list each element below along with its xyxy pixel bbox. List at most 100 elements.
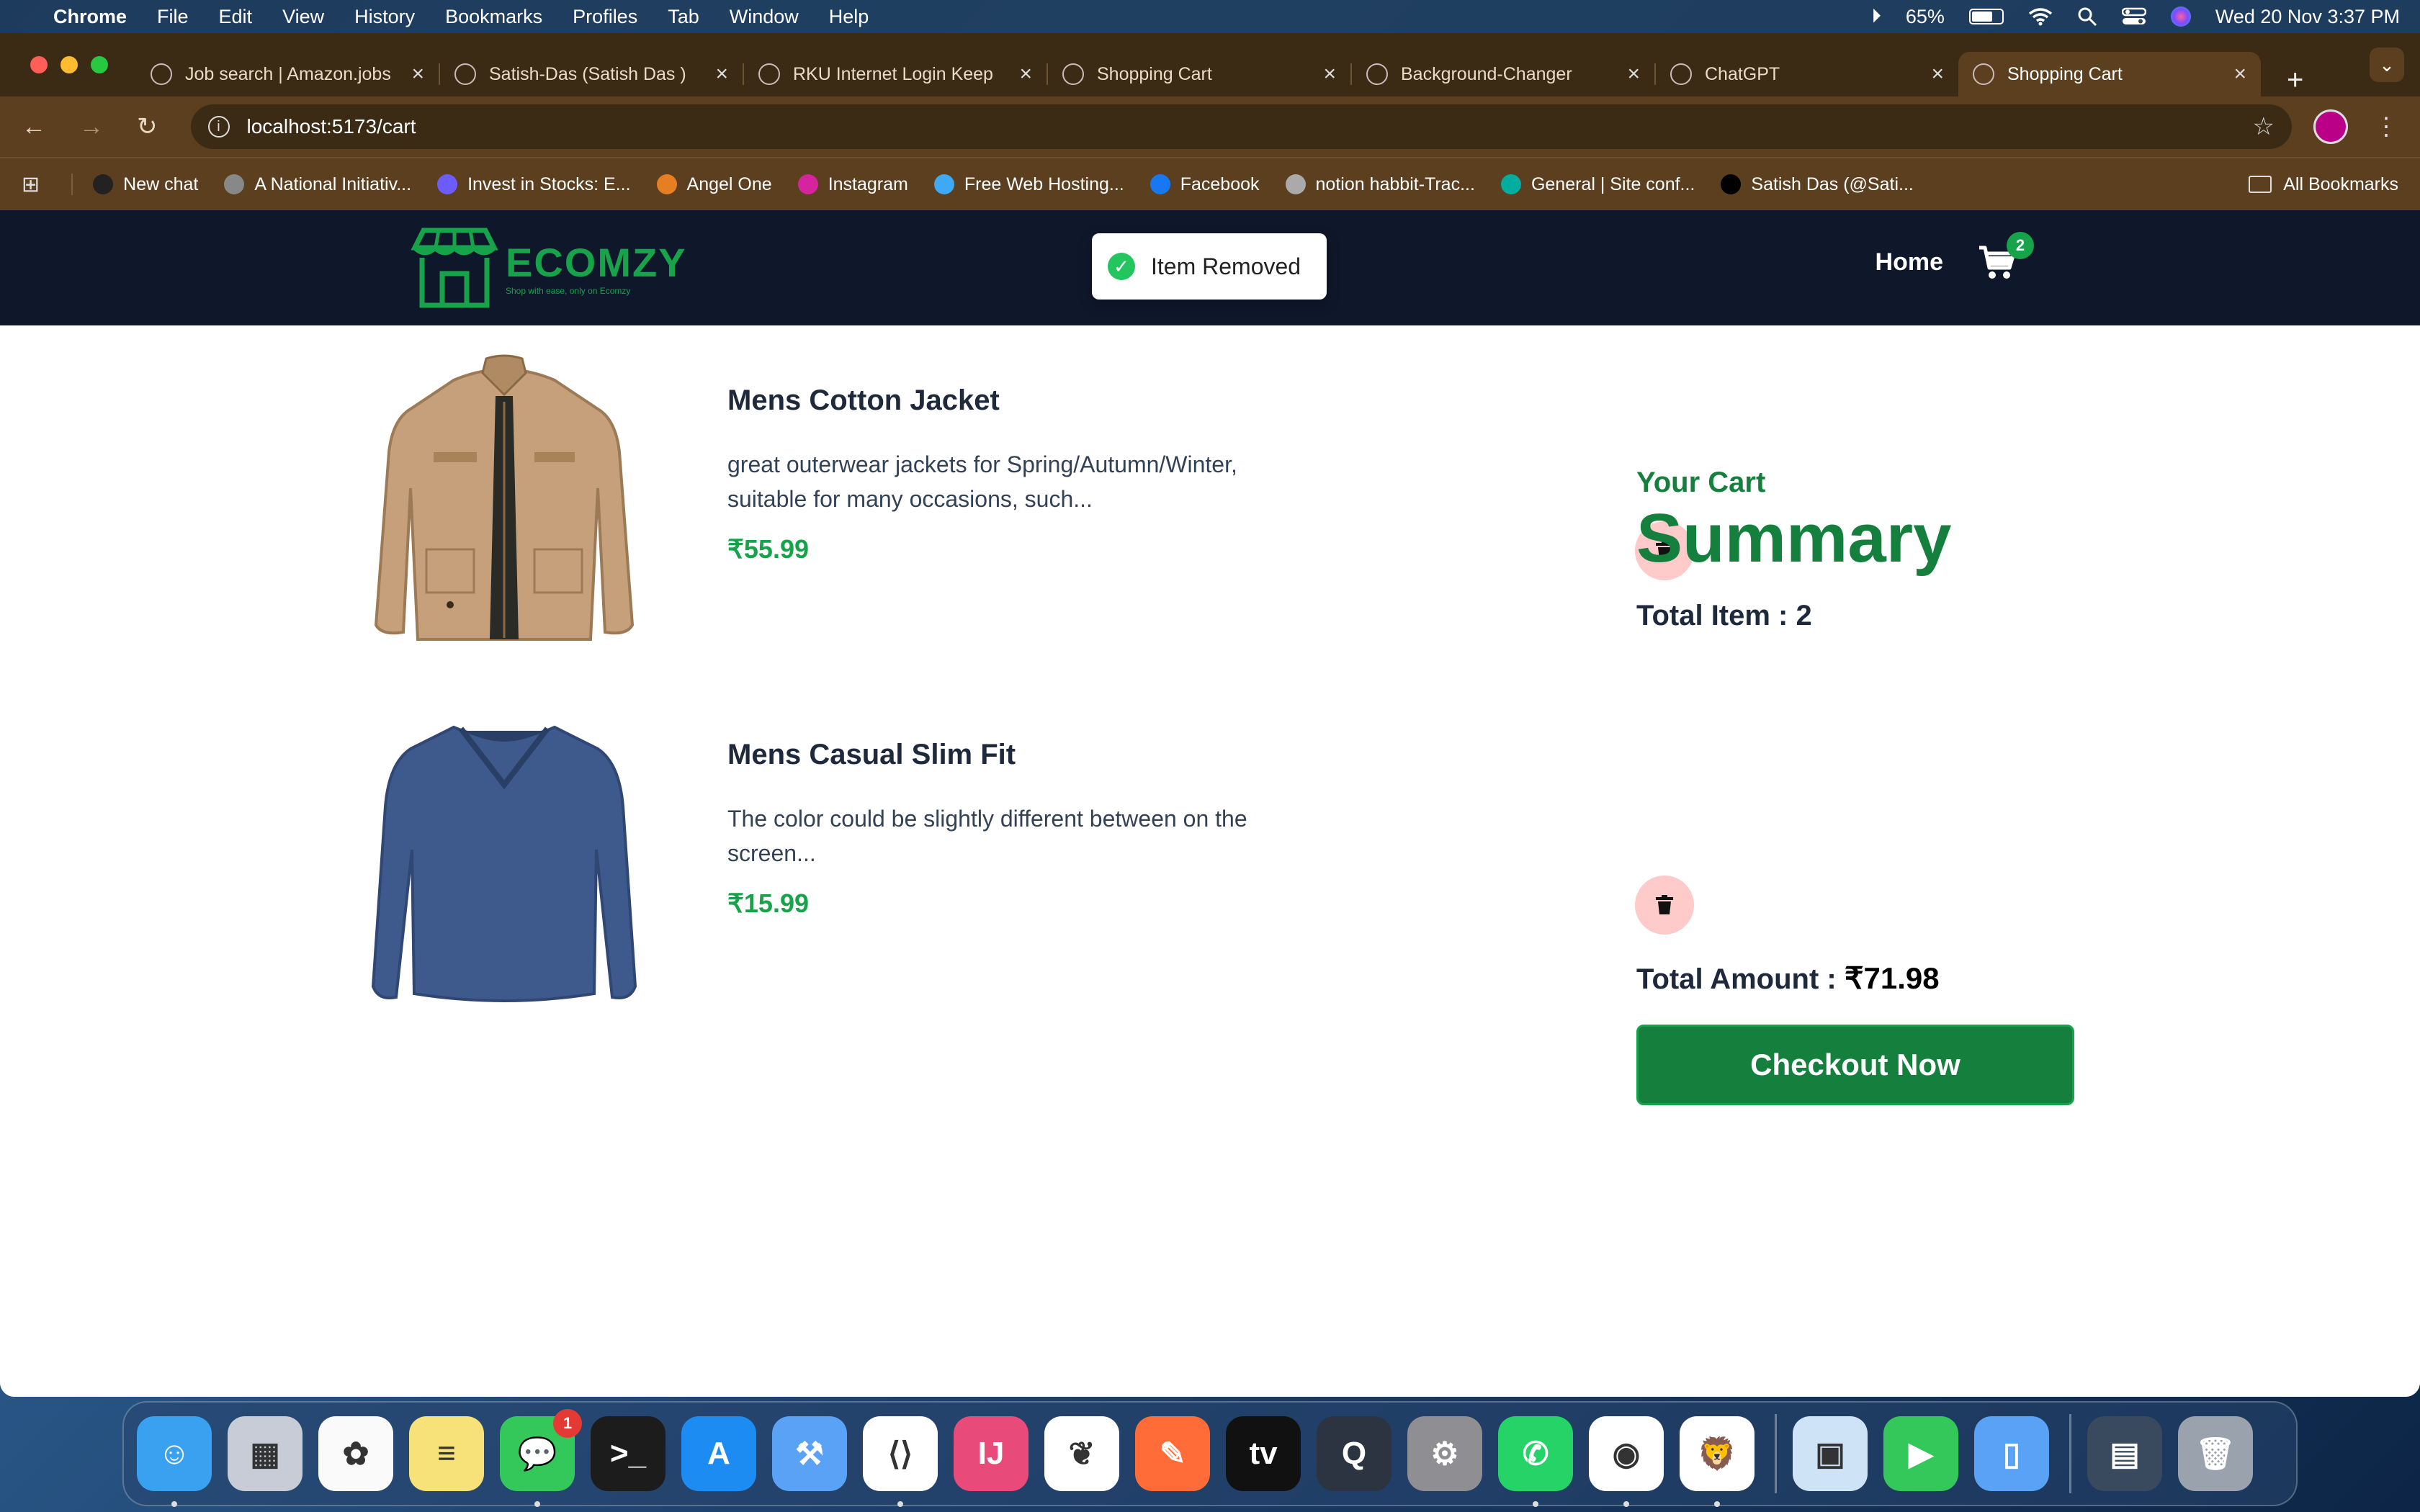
browser-tab[interactable]: RKU Internet Login Keep × xyxy=(744,52,1047,96)
vscode-icon[interactable]: ⟨⟩ xyxy=(863,1416,938,1507)
remove-item-button[interactable] xyxy=(1635,876,1694,935)
address-bar[interactable]: i localhost:5173/cart ☆ xyxy=(190,104,2292,149)
menu-view[interactable]: View xyxy=(282,6,324,28)
address-bar-url[interactable]: localhost:5173/cart xyxy=(247,115,2253,138)
profile-avatar[interactable] xyxy=(2313,109,2348,144)
launchpad-icon[interactable]: ▦ xyxy=(228,1416,302,1491)
close-window-button[interactable] xyxy=(30,56,48,73)
postman-icon[interactable]: ✎ xyxy=(1135,1416,1210,1491)
bookmark-favicon-icon xyxy=(224,174,245,194)
cart-button[interactable]: 2 xyxy=(1976,232,2034,282)
product-name[interactable]: Mens Cotton Jacket xyxy=(727,384,1354,417)
bookmark-star-icon[interactable]: ☆ xyxy=(2253,112,2275,141)
mongodb-icon[interactable]: ❦ xyxy=(1044,1416,1119,1491)
bookmark-label: General | Site conf... xyxy=(1531,174,1695,194)
bookmark-label: Angel One xyxy=(686,174,772,194)
chrome-icon[interactable]: ◉ xyxy=(1589,1416,1664,1507)
wifi-icon[interactable] xyxy=(2028,7,2053,26)
menu-bookmarks[interactable]: Bookmarks xyxy=(445,6,542,28)
tabs: Job search | Amazon.jobs × Satish-Das (Sat… xyxy=(136,52,2261,96)
reload-icon[interactable]: ↻ xyxy=(137,112,158,141)
bookmark-item[interactable]: Facebook xyxy=(1150,174,1260,195)
tab-title: Shopping Cart xyxy=(1097,63,1212,84)
chrome-menu-icon[interactable]: ⋮ xyxy=(2374,112,2398,141)
bookmark-item[interactable]: notion habbit-Trac... xyxy=(1285,174,1475,195)
browser-tab[interactable]: Job search | Amazon.jobs × xyxy=(136,52,439,96)
bookmark-item[interactable]: Instagram xyxy=(797,174,908,195)
intellij-icon[interactable]: IJ xyxy=(954,1416,1028,1491)
minimize-window-button[interactable] xyxy=(60,56,78,73)
menu-tab[interactable]: Tab xyxy=(668,6,699,28)
close-tab-icon[interactable]: × xyxy=(2233,62,2246,86)
quicktime-icon[interactable]: Q xyxy=(1317,1416,1392,1491)
nav-home-link[interactable]: Home xyxy=(1876,248,1943,276)
bookmark-favicon-icon xyxy=(1721,174,1742,194)
all-bookmarks-button[interactable]: All Bookmarks xyxy=(2249,174,2398,195)
bookmark-favicon-icon xyxy=(656,174,677,194)
photos-icon[interactable]: ✿ xyxy=(318,1416,393,1491)
xcode-icon[interactable]: ⚒ xyxy=(772,1416,847,1491)
close-tab-icon[interactable]: × xyxy=(1019,62,1032,86)
messages-icon[interactable]: 💬 1 xyxy=(500,1409,582,1507)
whatsapp-icon[interactable]: ✆ xyxy=(1498,1416,1573,1507)
close-tab-icon[interactable]: × xyxy=(1931,62,1944,86)
bookmark-favicon-icon xyxy=(797,174,818,194)
bookmark-item[interactable]: Satish Das (@Sati... xyxy=(1721,174,1914,195)
browser-tab[interactable]: Shopping Cart × xyxy=(1958,52,2261,96)
bookmark-item[interactable]: Free Web Hosting... xyxy=(933,174,1124,195)
menu-app-name[interactable]: Chrome xyxy=(53,6,127,28)
menu-window[interactable]: Window xyxy=(730,6,799,28)
site-logo[interactable]: ECOMZY Shop with ease, only on Ecomzy xyxy=(408,226,687,309)
new-tab-button[interactable]: + xyxy=(2287,64,2303,96)
spotlight-search-icon[interactable] xyxy=(2077,6,2097,27)
bookmark-label: Facebook xyxy=(1180,174,1260,194)
product-name[interactable]: Mens Casual Slim Fit xyxy=(727,739,1354,771)
bookmark-item[interactable]: A National Initiativ... xyxy=(224,174,411,195)
checkout-now-button[interactable]: Checkout Now xyxy=(1636,1025,2074,1105)
site-info-icon[interactable]: i xyxy=(207,116,230,138)
forward-arrow-icon[interactable]: → xyxy=(79,113,104,141)
menu-edit[interactable]: Edit xyxy=(219,6,253,28)
preview-icon[interactable]: ▣ xyxy=(1793,1416,1868,1491)
browser-tab[interactable]: ChatGPT × xyxy=(1656,52,1958,96)
system-settings-icon[interactable]: ⚙ xyxy=(1407,1416,1482,1491)
notes-icon[interactable]: ≡ xyxy=(409,1416,484,1491)
check-circle-icon: ✓ xyxy=(1108,253,1135,280)
cart-item-info: Mens Casual Slim Fit The color could be … xyxy=(727,706,1694,935)
bookmark-item[interactable]: Angel One xyxy=(656,174,772,195)
close-tab-icon[interactable]: × xyxy=(1627,62,1640,86)
screen-record-icon[interactable]: ⏵ xyxy=(1871,5,1881,28)
close-tab-icon[interactable]: × xyxy=(715,62,728,86)
close-tab-icon[interactable]: × xyxy=(1323,62,1336,86)
browser-tab[interactable]: Background-Changer × xyxy=(1352,52,1654,96)
bookmark-item[interactable]: Invest in Stocks: E... xyxy=(437,174,631,195)
zoom-window-button[interactable] xyxy=(91,56,108,73)
apple-tv-icon[interactable]: tv xyxy=(1226,1416,1301,1491)
brave-icon[interactable]: 🦁 xyxy=(1680,1416,1754,1507)
downloads-stack-icon[interactable]: ▤ xyxy=(2087,1416,2162,1491)
terminal-icon[interactable]: >_ xyxy=(591,1416,666,1491)
finder-icon[interactable]: ☺ xyxy=(137,1416,212,1507)
tab-search-chevron-icon[interactable]: ⌄ xyxy=(2370,48,2404,82)
menu-profiles[interactable]: Profiles xyxy=(573,6,637,28)
bookmark-item[interactable]: General | Site conf... xyxy=(1500,174,1695,195)
product-description: The color could be slightly different be… xyxy=(727,806,1247,866)
menu-file[interactable]: File xyxy=(157,6,189,28)
bookmark-item[interactable]: New chat xyxy=(93,174,198,195)
close-tab-icon[interactable]: × xyxy=(411,62,424,86)
simulator-icon[interactable]: ▯ xyxy=(1974,1416,2049,1491)
browser-tab[interactable]: Satish-Das (Satish Das ) × xyxy=(440,52,743,96)
menubar-datetime[interactable]: Wed 20 Nov 3:37 PM xyxy=(2215,6,2400,28)
apps-grid-icon[interactable]: ⊞ xyxy=(22,172,40,197)
app-store-icon[interactable]: A xyxy=(681,1416,756,1491)
battery-icon[interactable] xyxy=(1968,9,2004,24)
back-arrow-icon[interactable]: ← xyxy=(22,113,46,141)
menu-help[interactable]: Help xyxy=(829,6,869,28)
browser-tab[interactable]: Shopping Cart × xyxy=(1048,52,1350,96)
cart-item-info: Mens Cotton Jacket great outerwear jacke… xyxy=(727,351,1694,580)
control-center-icon[interactable] xyxy=(2121,7,2146,26)
siri-icon[interactable] xyxy=(2170,6,2191,27)
menu-history[interactable]: History xyxy=(354,6,415,28)
facetime-icon[interactable]: ▶ xyxy=(1883,1416,1958,1491)
trash-icon[interactable]: 🗑 xyxy=(2178,1416,2253,1491)
